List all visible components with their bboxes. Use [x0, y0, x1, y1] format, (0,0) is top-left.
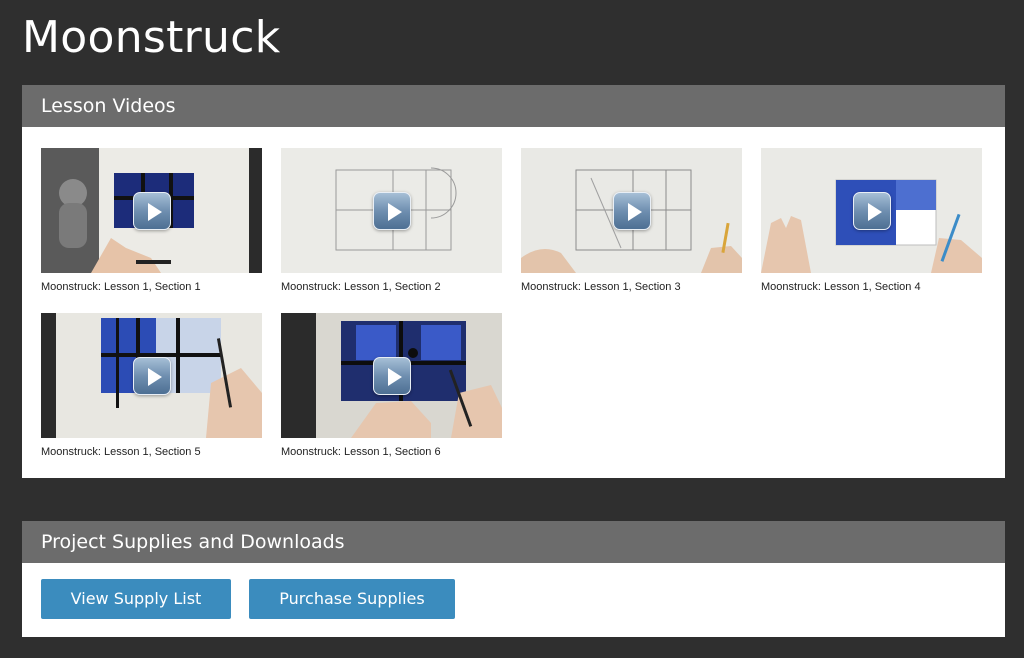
video-thumbnail[interactable]: [521, 148, 742, 273]
video-caption[interactable]: Moonstruck: Lesson 1, Section 5: [41, 446, 262, 458]
lesson-videos-panel: Lesson Videos Moonstruck: Lesson 1, Sect…: [22, 85, 1005, 478]
video-caption[interactable]: Moonstruck: Lesson 1, Section 4: [761, 281, 982, 293]
play-icon[interactable]: [372, 356, 411, 395]
video-card: Moonstruck: Lesson 1, Section 4: [761, 148, 982, 293]
supplies-panel: Project Supplies and Downloads View Supp…: [22, 521, 1005, 637]
play-icon[interactable]: [852, 191, 891, 230]
play-icon[interactable]: [132, 356, 171, 395]
video-card: Moonstruck: Lesson 1, Section 2: [281, 148, 502, 293]
play-icon[interactable]: [132, 191, 171, 230]
play-icon[interactable]: [372, 191, 411, 230]
video-caption[interactable]: Moonstruck: Lesson 1, Section 2: [281, 281, 502, 293]
page-title: Moonstruck: [22, 12, 281, 63]
purchase-supplies-button[interactable]: Purchase Supplies: [249, 579, 455, 619]
video-caption[interactable]: Moonstruck: Lesson 1, Section 6: [281, 446, 502, 458]
video-thumbnail[interactable]: [281, 313, 502, 438]
video-card: Moonstruck: Lesson 1, Section 6: [281, 313, 502, 458]
video-card: Moonstruck: Lesson 1, Section 1: [41, 148, 262, 293]
video-thumbnail[interactable]: [41, 313, 262, 438]
video-thumbnail[interactable]: [41, 148, 262, 273]
lesson-videos-header: Lesson Videos: [22, 85, 1005, 127]
video-thumbnail[interactable]: [281, 148, 502, 273]
video-thumbnail[interactable]: [761, 148, 982, 273]
video-card: Moonstruck: Lesson 1, Section 3: [521, 148, 742, 293]
supplies-header: Project Supplies and Downloads: [22, 521, 1005, 563]
video-caption[interactable]: Moonstruck: Lesson 1, Section 1: [41, 281, 262, 293]
play-icon[interactable]: [612, 191, 651, 230]
view-supply-list-button[interactable]: View Supply List: [41, 579, 231, 619]
video-card: Moonstruck: Lesson 1, Section 5: [41, 313, 262, 458]
video-caption[interactable]: Moonstruck: Lesson 1, Section 3: [521, 281, 742, 293]
